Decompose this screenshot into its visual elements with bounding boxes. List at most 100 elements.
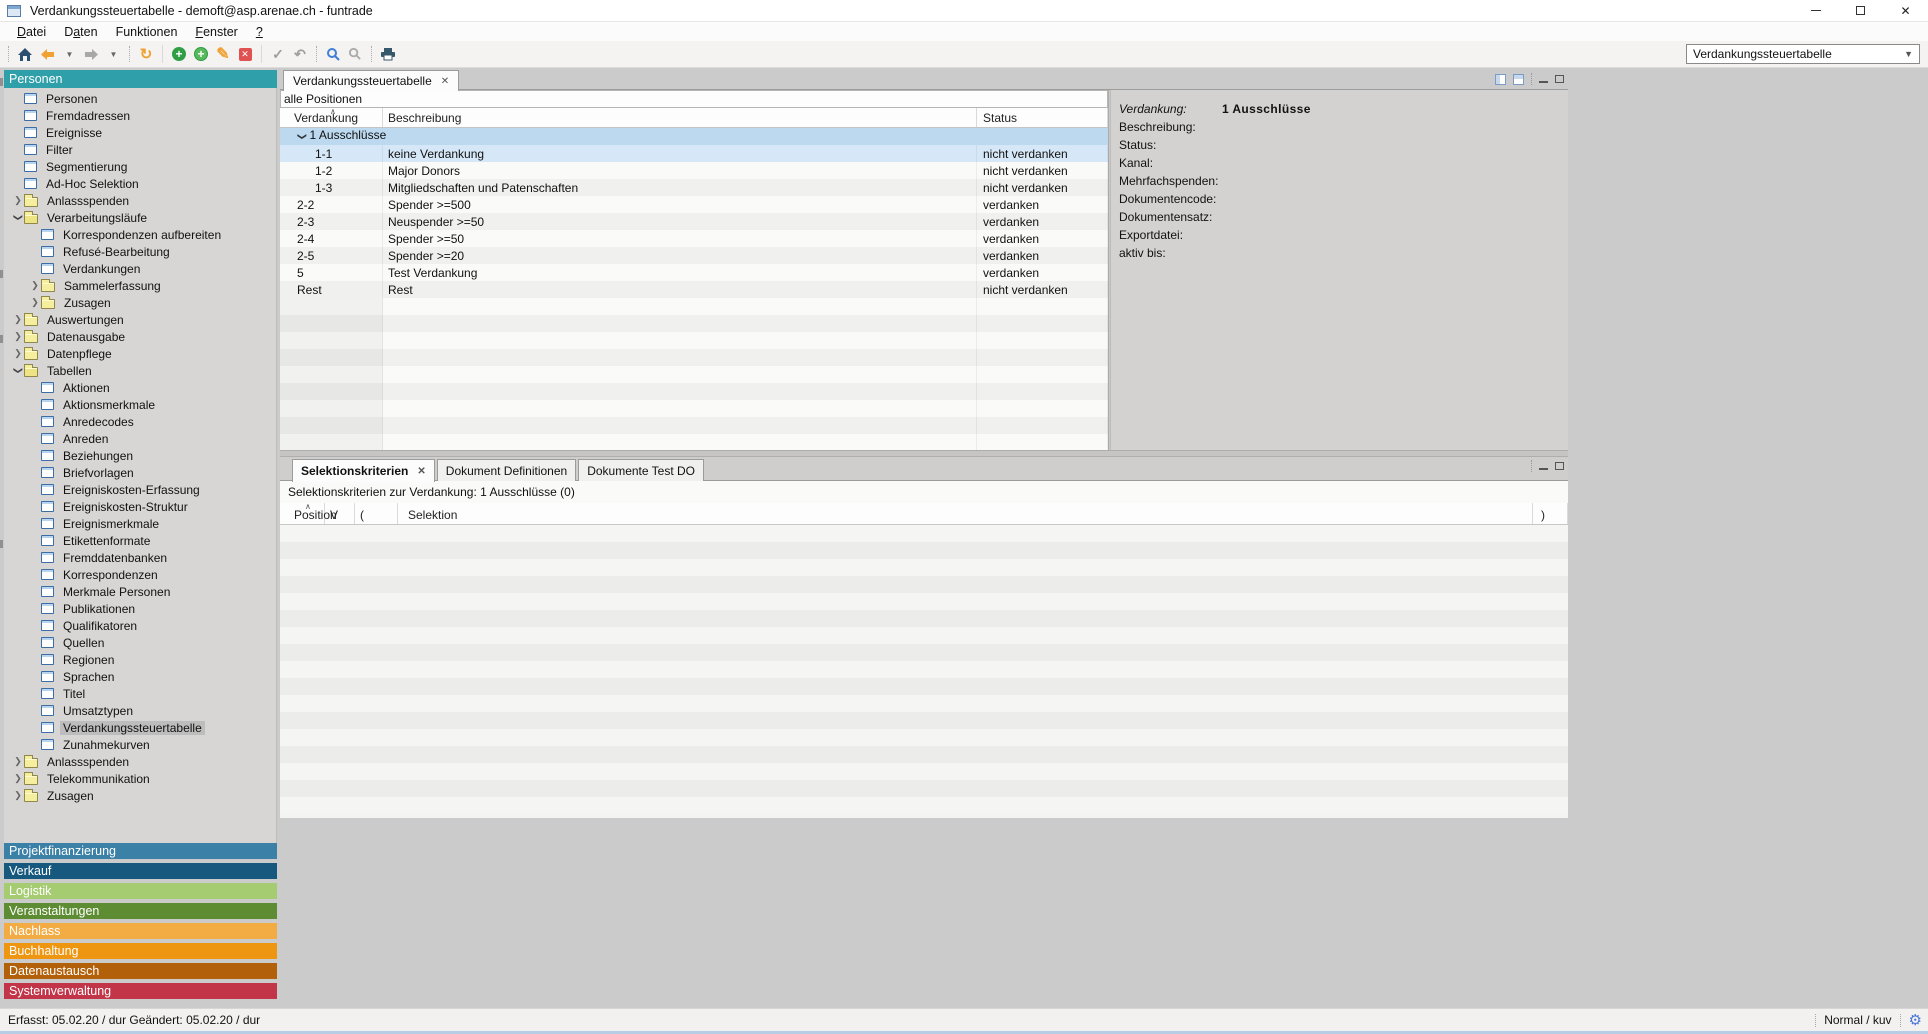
tree-item-filter[interactable]: Filter	[4, 141, 276, 158]
gear-icon[interactable]: ⚙	[1909, 1013, 1922, 1028]
tab-dokumente-test-do[interactable]: Dokumente Test DO	[578, 459, 704, 481]
column-header-position[interactable]: Position∧	[280, 503, 325, 524]
panel-grip[interactable]	[0, 270, 3, 278]
delete-icon[interactable]: ✕	[235, 43, 255, 65]
tab-close-icon[interactable]: ✕	[441, 76, 449, 87]
tree-item-briefvorlagen[interactable]: Briefvorlagen	[4, 464, 276, 481]
tree-item-anlassspenden[interactable]: ❯Anlassspenden	[4, 192, 276, 209]
panel-maximize-icon[interactable]	[1555, 462, 1564, 470]
tree-item-sammelerfassung[interactable]: ❯Sammelerfassung	[4, 277, 276, 294]
refresh-icon[interactable]: ↻	[136, 43, 156, 65]
undo-icon[interactable]: ↶	[290, 43, 310, 65]
table-row-rest[interactable]: RestRestnicht verdanken	[280, 281, 1108, 298]
tree-item-umsatztypen[interactable]: Umsatztypen	[4, 702, 276, 719]
chevron-collapsed-icon[interactable]: ❯	[12, 314, 24, 325]
chevron-collapsed-icon[interactable]: ❯	[12, 773, 24, 784]
panel-grip[interactable]	[0, 540, 3, 548]
menu-item-[interactable]: ?	[247, 22, 272, 41]
panel-maximize-icon[interactable]	[1555, 75, 1564, 83]
table-row-2-3[interactable]: 2-3Neuspender >=50verdanken	[280, 213, 1108, 230]
chevron-collapsed-icon[interactable]: ❯	[12, 756, 24, 767]
tree-item-zusagen[interactable]: ❯Zusagen	[4, 787, 276, 804]
tree-item-anlassspenden[interactable]: ❯Anlassspenden	[4, 753, 276, 770]
tree-item-segmentierung[interactable]: Segmentierung	[4, 158, 276, 175]
tree-item-anredecodes[interactable]: Anredecodes	[4, 413, 276, 430]
module-bar-buchhaltung[interactable]: Buchhaltung	[4, 943, 277, 959]
module-bar-datenaustausch[interactable]: Datenaustausch	[4, 963, 277, 979]
column-header-beschreibung[interactable]: Beschreibung	[383, 108, 977, 127]
tree-item-merkmale-personen[interactable]: Merkmale Personen	[4, 583, 276, 600]
tree-item-korrespondenzen[interactable]: Korrespondenzen	[4, 566, 276, 583]
tab-selektionskriterien[interactable]: Selektionskriterien✕	[292, 459, 435, 482]
tree-item-datenpflege[interactable]: ❯Datenpflege	[4, 345, 276, 362]
menu-item-daten[interactable]: Daten	[55, 22, 106, 41]
forward-caret-icon[interactable]: ▼	[103, 43, 123, 65]
tree-item-aktionsmerkmale[interactable]: Aktionsmerkmale	[4, 396, 276, 413]
tree-item-datenausgabe[interactable]: ❯Datenausgabe	[4, 328, 276, 345]
back-caret-icon[interactable]: ▼	[59, 43, 79, 65]
context-selector-dropdown[interactable]: Verdankungssteuertabelle ▼	[1686, 44, 1920, 64]
tree-item-ereigniskosten-struktur[interactable]: Ereigniskosten-Struktur	[4, 498, 276, 515]
confirm-icon[interactable]: ✓	[268, 43, 288, 65]
minimize-button[interactable]	[1793, 0, 1838, 21]
panel-grip[interactable]	[0, 335, 3, 343]
column-header-col-4[interactable]: )	[1533, 503, 1568, 524]
tree-item-fremddatenbanken[interactable]: Fremddatenbanken	[4, 549, 276, 566]
tree-item-quellen[interactable]: Quellen	[4, 634, 276, 651]
table-row-1-3[interactable]: 1-3Mitgliedschaften und Patenschaftennic…	[280, 179, 1108, 196]
tree-item-auswertungen[interactable]: ❯Auswertungen	[4, 311, 276, 328]
close-button[interactable]: ✕	[1883, 0, 1928, 21]
tree-item-etikettenformate[interactable]: Etikettenformate	[4, 532, 276, 549]
home-icon[interactable]	[15, 43, 35, 65]
column-header-status[interactable]: Status	[977, 108, 1108, 127]
sidebar-header-personen[interactable]: Personen	[4, 70, 277, 88]
horizontal-splitter[interactable]	[280, 450, 1568, 457]
table-row-1-2[interactable]: 1-2Major Donorsnicht verdanken	[280, 162, 1108, 179]
tree-item-beziehungen[interactable]: Beziehungen	[4, 447, 276, 464]
tree-item-regionen[interactable]: Regionen	[4, 651, 276, 668]
tree-item-anreden[interactable]: Anreden	[4, 430, 276, 447]
module-bar-verkauf[interactable]: Verkauf	[4, 863, 277, 879]
tree-item-ereignisse[interactable]: Ereignisse	[4, 124, 276, 141]
table-group-row-1-ausschl-sse[interactable]: ❯1 Ausschlüsse	[280, 128, 1108, 145]
maximize-button[interactable]	[1838, 0, 1883, 21]
chevron-collapsed-icon[interactable]: ❯	[12, 348, 24, 359]
menu-item-funktionen[interactable]: Funktionen	[107, 22, 187, 41]
column-header-col-2[interactable]: (	[355, 503, 398, 524]
tree-item-korrespondenzen-aufbereiten[interactable]: Korrespondenzen aufbereiten	[4, 226, 276, 243]
column-header-selektion[interactable]: Selektion	[398, 503, 1533, 524]
tab-close-icon[interactable]: ✕	[417, 466, 425, 477]
column-header-v[interactable]: V	[325, 503, 355, 524]
module-bar-systemverwaltung[interactable]: Systemverwaltung	[4, 983, 277, 999]
module-bar-veranstaltungen[interactable]: Veranstaltungen	[4, 903, 277, 919]
group-expand-icon[interactable]: ❯	[290, 133, 307, 141]
split-panel-icon[interactable]	[1513, 74, 1524, 85]
menu-item-fenster[interactable]: Fenster	[186, 22, 246, 41]
panel-grip[interactable]	[0, 78, 3, 86]
tree-item-verdankungssteuertabelle[interactable]: Verdankungssteuertabelle	[4, 719, 276, 736]
panel-minimize-icon[interactable]	[1539, 462, 1548, 470]
tree-item-refus-bearbeitung[interactable]: Refusé-Bearbeitung	[4, 243, 276, 260]
tree-item-zunahmekurven[interactable]: Zunahmekurven	[4, 736, 276, 753]
chevron-collapsed-icon[interactable]: ❯	[12, 195, 24, 206]
tree-item-zusagen[interactable]: ❯Zusagen	[4, 294, 276, 311]
tree-item-personen[interactable]: Personen	[4, 90, 276, 107]
panel-minimize-icon[interactable]	[1539, 75, 1548, 83]
module-bar-logistik[interactable]: Logistik	[4, 883, 277, 899]
search-secondary-icon[interactable]	[345, 43, 365, 65]
tab-dokument-definitionen[interactable]: Dokument Definitionen	[437, 459, 576, 481]
add-icon[interactable]: +	[169, 43, 189, 65]
tree-item-telekommunikation[interactable]: ❯Telekommunikation	[4, 770, 276, 787]
tree-item-ad-hoc-selektion[interactable]: Ad-Hoc Selektion	[4, 175, 276, 192]
chevron-expanded-icon[interactable]: ❯	[13, 212, 24, 224]
module-bar-projektfinanzierung[interactable]: Projektfinanzierung	[4, 843, 277, 859]
tree-item-aktionen[interactable]: Aktionen	[4, 379, 276, 396]
chevron-collapsed-icon[interactable]: ❯	[12, 790, 24, 801]
search-icon[interactable]	[323, 43, 343, 65]
tree-item-verdankungen[interactable]: Verdankungen	[4, 260, 276, 277]
tree-item-qualifikatoren[interactable]: Qualifikatoren	[4, 617, 276, 634]
module-bar-nachlass[interactable]: Nachlass	[4, 923, 277, 939]
menu-item-datei[interactable]: Datei	[8, 22, 55, 41]
tree-item-fremdadressen[interactable]: Fremdadressen	[4, 107, 276, 124]
tree-item-verarbeitungsl-ufe[interactable]: ❯Verarbeitungsläufe	[4, 209, 276, 226]
